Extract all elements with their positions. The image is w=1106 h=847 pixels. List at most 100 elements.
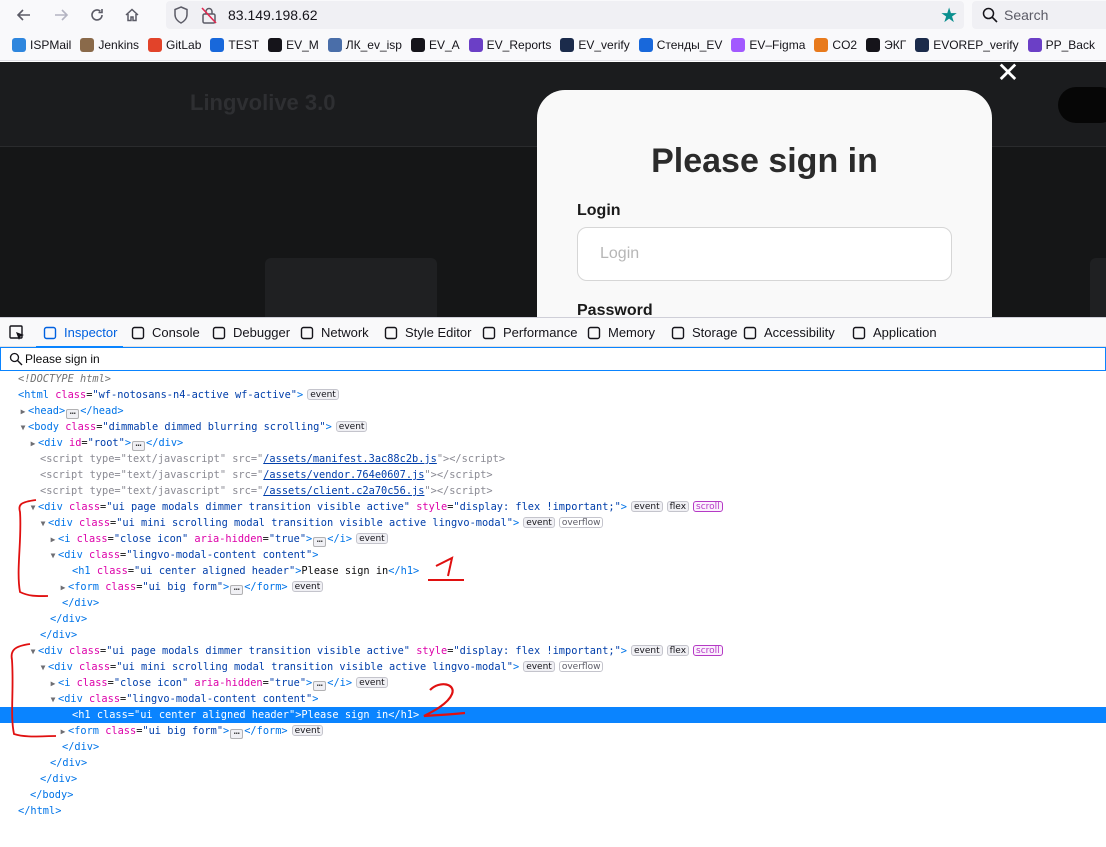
tab-debugger[interactable]: Debugger (211, 318, 290, 347)
url-text[interactable]: 83.149.198.62 (228, 7, 318, 23)
collapsed-twisty-icon[interactable]: ▶ (48, 532, 58, 548)
bookmark-item[interactable]: EV_verify (556, 33, 634, 57)
collapsed-ellipsis[interactable]: … (132, 439, 146, 451)
markup-node-row[interactable]: ▶ <head>… </head> (0, 403, 1106, 419)
collapsed-ellipsis[interactable]: … (313, 679, 327, 691)
bookmark-star-icon[interactable]: ★ (940, 3, 958, 28)
markup-node-row[interactable]: </div> (0, 595, 1106, 611)
reload-button[interactable] (84, 3, 110, 27)
markup-node-row[interactable]: ▼ <div class="ui page modals dimmer trans… (0, 499, 1106, 515)
bookmark-item[interactable]: EV_A (407, 33, 465, 57)
event-badge[interactable]: event (523, 517, 555, 528)
bookmark-item[interactable]: Jenkins (76, 33, 144, 57)
tracking-shield-icon[interactable] (172, 5, 190, 25)
tab-inspector[interactable]: Inspector (35, 318, 125, 348)
tab-storage[interactable]: Storage (670, 318, 738, 347)
bookmark-item[interactable]: TEST (206, 33, 264, 57)
event-badge[interactable]: event (291, 725, 324, 736)
markup-node-row[interactable]: <h1 class="ui center aligned header">Ple… (0, 707, 1106, 723)
event-badge[interactable]: event (631, 501, 663, 512)
login-input[interactable]: Login (577, 227, 952, 281)
flex-badge[interactable]: flex (666, 501, 690, 512)
markup-node-row[interactable]: ▼ <div class="ui mini scrolling modal tra… (0, 659, 1106, 675)
tab-memory[interactable]: Memory (586, 318, 655, 347)
collapsed-ellipsis[interactable]: … (313, 535, 327, 547)
collapsed-twisty-icon[interactable]: ▶ (58, 724, 68, 740)
event-badge[interactable]: event (307, 389, 339, 400)
scroll-badge[interactable]: scroll (693, 501, 723, 512)
markup-node-row[interactable]: ▼ <div class="ui mini scrolling modal tra… (0, 515, 1106, 531)
markup-node-row[interactable]: ▼ <div class="lingvo-modal-content conten… (0, 691, 1106, 707)
collapsed-twisty-icon[interactable]: ▶ (48, 676, 58, 692)
event-badge[interactable]: event (335, 421, 368, 432)
tab-console[interactable]: Console (130, 318, 200, 347)
bookmark-item[interactable]: EV–Figma (727, 33, 810, 57)
back-button[interactable] (11, 3, 37, 27)
bookmark-item[interactable]: ЭКГ (862, 33, 911, 57)
markup-node-row[interactable]: </div> (0, 739, 1106, 755)
element-picker-icon[interactable] (8, 324, 26, 342)
tab-accessibility[interactable]: Accessibility (742, 318, 835, 347)
markup-node-row[interactable]: ▼ <body class="dimmable dimmed blurring s… (0, 419, 1106, 435)
search-box[interactable]: Search (972, 1, 1106, 29)
markup-node-row[interactable]: ▶ <div id="root">… </div> (0, 435, 1106, 451)
bookmark-item[interactable]: ЛК_ev_isp (324, 33, 407, 57)
tab-performance[interactable]: Performance (481, 318, 577, 347)
markup-node-row[interactable]: ▼ <div class="ui page modals dimmer trans… (0, 643, 1106, 659)
expanded-twisty-icon[interactable]: ▼ (38, 516, 48, 532)
overflow-badge[interactable]: overflow (558, 661, 604, 672)
scroll-badge[interactable]: scroll (693, 645, 723, 656)
bookmark-item[interactable]: ISPMail (8, 33, 76, 57)
event-badge[interactable]: event (291, 581, 324, 592)
markup-search-input[interactable]: Please sign in (25, 352, 100, 366)
markup-node-row[interactable]: <html class="wf-notosans-n4-active wf-ac… (0, 387, 1106, 403)
flex-badge[interactable]: flex (666, 645, 690, 656)
markup-node-row[interactable]: <script type="text/javascript" src="/ass… (0, 467, 1106, 483)
script-src-link[interactable]: /assets/vendor.764e0607.js (263, 469, 424, 481)
insecure-lock-icon[interactable] (200, 5, 218, 25)
markup-node-row[interactable]: <h1 class="ui center aligned header">Ple… (0, 563, 1106, 579)
markup-node-row[interactable]: </html> (0, 803, 1106, 819)
bookmark-item[interactable]: GitLab (144, 33, 206, 57)
event-badge[interactable]: event (523, 661, 555, 672)
overflow-badge[interactable]: overflow (558, 517, 604, 528)
markup-node-row[interactable]: </div> (0, 771, 1106, 787)
collapsed-ellipsis[interactable]: … (66, 407, 80, 419)
tab-network[interactable]: Network (299, 318, 369, 347)
collapsed-ellipsis[interactable]: … (230, 583, 244, 595)
markup-node-row[interactable]: <script type="text/javascript" src="/ass… (0, 483, 1106, 499)
bookmark-item[interactable]: EVOREP_verify (911, 33, 1023, 57)
markup-node-row[interactable]: </div> (0, 627, 1106, 643)
collapsed-twisty-icon[interactable]: ▶ (18, 404, 28, 420)
expanded-twisty-icon[interactable]: ▼ (18, 420, 28, 436)
collapsed-twisty-icon[interactable]: ▶ (58, 580, 68, 596)
markup-node-row[interactable]: </body> (0, 787, 1106, 803)
event-badge[interactable]: event (631, 645, 663, 656)
script-src-link[interactable]: /assets/client.c2a70c56.js (263, 485, 424, 497)
collapsed-twisty-icon[interactable]: ▶ (28, 436, 38, 452)
markup-node-row[interactable]: ▶ <i class="close icon" aria-hidden="true… (0, 675, 1106, 691)
expanded-twisty-icon[interactable]: ▼ (38, 660, 48, 676)
markup-node-row[interactable]: </div> (0, 611, 1106, 627)
bookmark-item[interactable]: EV_Reports (465, 33, 557, 57)
collapsed-ellipsis[interactable]: … (230, 727, 244, 739)
event-badge[interactable]: event (356, 533, 388, 544)
home-button[interactable] (119, 3, 145, 27)
markup-node-row[interactable]: ▶ <form class="ui big form">… </form> event (0, 723, 1106, 739)
script-src-link[interactable]: /assets/manifest.3ac88c2b.js (263, 453, 437, 465)
expanded-twisty-icon[interactable]: ▼ (48, 548, 58, 564)
bookmark-item[interactable]: CO2 (810, 33, 862, 57)
tab-application[interactable]: Application (851, 318, 937, 347)
markup-search[interactable]: Please sign in (0, 347, 1106, 371)
event-badge[interactable]: event (356, 677, 388, 688)
expanded-twisty-icon[interactable]: ▼ (28, 500, 38, 516)
bookmark-item[interactable]: Стенды_EV (635, 33, 728, 57)
markup-node-row[interactable]: <script type="text/javascript" src="/ass… (0, 451, 1106, 467)
modal-close-icon[interactable]: ✕ (995, 62, 1021, 88)
forward-button[interactable] (48, 3, 74, 27)
url-bar[interactable]: 83.149.198.62 ★ (166, 1, 964, 29)
tab-style-editor[interactable]: Style Editor (383, 318, 471, 347)
markup-node-row[interactable]: ▶ <i class="close icon" aria-hidden="true… (0, 531, 1106, 547)
bookmark-item[interactable]: PP_Back (1024, 33, 1100, 57)
expanded-twisty-icon[interactable]: ▼ (28, 644, 38, 660)
